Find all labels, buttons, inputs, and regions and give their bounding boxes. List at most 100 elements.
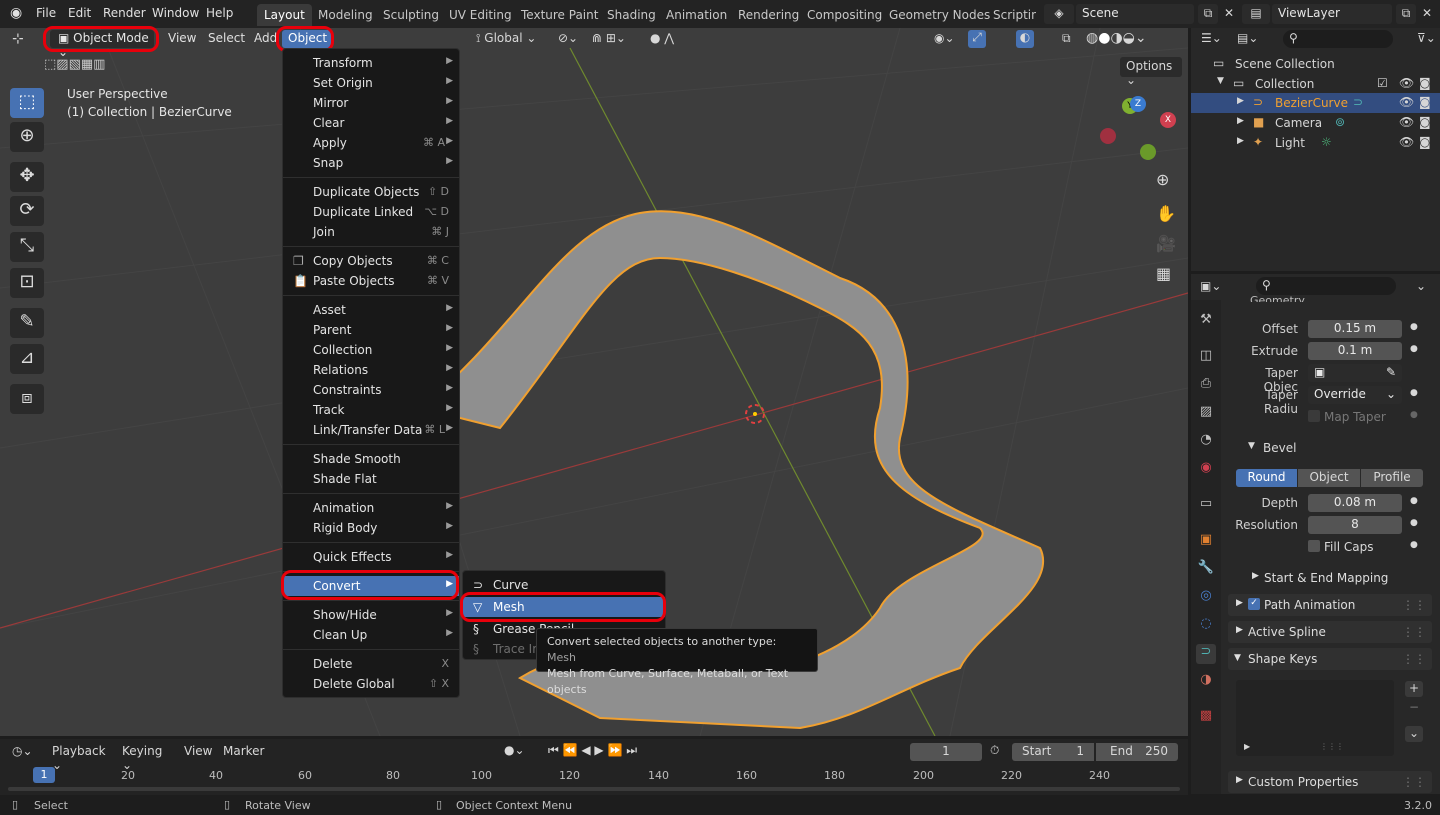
filter-icon[interactable]: ⊽⌄ <box>1417 31 1436 45</box>
keyframe-dot-icon[interactable]: ● <box>1410 496 1418 506</box>
camera-render-icon[interactable]: ◙ <box>1419 95 1431 109</box>
stopwatch-icon[interactable]: ⏱ <box>990 743 999 758</box>
keyframe-dot-icon[interactable]: ● <box>1410 410 1418 420</box>
annotate-tool[interactable]: ✎ <box>10 308 44 338</box>
menu-item-apply[interactable]: Apply ⌘ A ▶ <box>283 133 459 153</box>
taper-radius-dropdown[interactable]: Override ⌄ <box>1308 386 1402 404</box>
menu-item-collection[interactable]: Collection ▶ <box>283 340 459 360</box>
menu-item-duplicate-objects[interactable]: Duplicate Objects ⇧ D <box>283 182 459 202</box>
keyframe-dot-icon[interactable]: ● <box>1410 344 1418 354</box>
selection-mode-icons[interactable]: ⬚▨▧▦▥ <box>44 57 140 75</box>
menu-item-shade-flat[interactable]: Shade Flat <box>283 469 459 489</box>
keyframe-dot-icon[interactable]: ● <box>1410 388 1418 398</box>
visibility-icon[interactable]: ◉⌄ <box>934 31 955 45</box>
scene-close-icon[interactable]: ✕ <box>1220 4 1238 24</box>
scene-name-field[interactable]: Scene <box>1076 4 1194 24</box>
transform-tool[interactable]: ⊡ <box>10 268 44 298</box>
pivot-icon[interactable]: ⊘⌄ <box>558 31 578 45</box>
menu-file[interactable]: File <box>36 6 56 20</box>
resolution-field[interactable]: 8 <box>1308 516 1402 534</box>
measure-tool[interactable]: ⊿ <box>10 344 44 374</box>
extrude-field[interactable]: 0.1 m <box>1308 342 1402 360</box>
outliner-row-camera[interactable]: ▶ ■ Camera ⊚ 👁 ◙ <box>1191 113 1440 133</box>
tab-compositing[interactable]: Compositing <box>800 4 889 26</box>
auto-keying-icon[interactable]: ●⌄ <box>504 743 525 757</box>
object-tab-icon[interactable]: ▣ <box>1196 532 1216 552</box>
playback-controls[interactable]: ⏮ ⏪ ◀ ▶ ⏩ ⏭ <box>548 743 637 758</box>
menu-item-paste-objects[interactable]: 📋 Paste Objects ⌘ V <box>283 271 459 291</box>
collection-tab-icon[interactable]: ▭ <box>1196 496 1216 516</box>
rotate-tool[interactable]: ⟳ <box>10 196 44 226</box>
custom-properties-panel[interactable]: ▶ Custom Properties ⋮⋮ <box>1228 771 1432 793</box>
scale-tool[interactable]: ⤡ <box>10 232 44 262</box>
playhead-frame[interactable]: 1 <box>33 767 55 783</box>
depth-field[interactable]: 0.08 m <box>1308 494 1402 512</box>
taper-object-field[interactable]: ▣ ✎ <box>1308 364 1402 382</box>
expand-arrow-icon[interactable]: ▶ <box>1237 136 1244 146</box>
grid-ortho-icon[interactable]: ▦ <box>1156 264 1171 283</box>
tool-tab-icon[interactable]: ⚒ <box>1196 312 1216 332</box>
texture-tab-icon[interactable]: ▩ <box>1196 708 1216 728</box>
menu-item-show-hide[interactable]: Show/Hide ▶ <box>283 605 459 625</box>
menu-item-animation[interactable]: Animation ▶ <box>283 498 459 518</box>
particles-tab-icon[interactable]: ◎ <box>1196 588 1216 608</box>
menu-item-link-transfer-data[interactable]: Link/Transfer Data ⌘ L ▶ <box>283 420 459 440</box>
expand-arrow-icon[interactable]: ▶ <box>1237 116 1244 126</box>
timeline-marker-menu[interactable]: Marker <box>223 744 264 758</box>
output-tab-icon[interactable]: ⎙ <box>1196 376 1216 396</box>
bevel-mode-round[interactable]: Round <box>1236 469 1297 487</box>
outliner-row-beziercurve[interactable]: ▶ ⊃ BezierCurve ⊃ 👁 ◙ <box>1191 93 1440 113</box>
end-frame-field[interactable]: End 250 <box>1096 743 1178 761</box>
menu-item-mirror[interactable]: Mirror ▶ <box>283 93 459 113</box>
camera-render-icon[interactable]: ◙ <box>1419 135 1431 149</box>
scene-icon[interactable]: ◈ <box>1044 4 1074 24</box>
camera-data-icon[interactable]: ⊚ <box>1335 115 1345 129</box>
render-tab-icon[interactable]: ◫ <box>1196 348 1216 368</box>
menu-item-shade-smooth[interactable]: Shade Smooth <box>283 449 459 469</box>
gizmo-neg-x[interactable] <box>1100 128 1116 144</box>
bevel-expand-icon[interactable]: ▼ <box>1248 441 1255 451</box>
world-tab-icon[interactable]: ◉ <box>1196 460 1216 480</box>
drag-handle-icon[interactable]: ⋮⋮ <box>1402 598 1426 612</box>
menu-item-set-origin[interactable]: Set Origin ▶ <box>283 73 459 93</box>
zoom-icon[interactable]: ⊕ <box>1156 170 1169 189</box>
shape-key-menu-button[interactable]: ⌄ <box>1405 726 1423 742</box>
map-taper-checkbox[interactable] <box>1308 410 1320 422</box>
tab-geometry-nodes[interactable]: Geometry Nodes <box>882 4 997 26</box>
timeline-view-menu[interactable]: View <box>184 744 212 758</box>
curve-data-icon[interactable]: ⊃ <box>1353 95 1363 109</box>
outliner-row-scene-collection[interactable]: ▭ Scene Collection <box>1191 54 1440 74</box>
tab-shading[interactable]: Shading <box>600 4 663 26</box>
expand-arrow-icon[interactable]: ▶ <box>1237 96 1244 106</box>
properties-editor-icon[interactable]: ▣⌄ <box>1200 279 1221 293</box>
properties-search-input[interactable]: ⚲ <box>1256 277 1396 295</box>
menu-item-join[interactable]: Join ⌘ J <box>283 222 459 242</box>
path-animation-panel[interactable]: ▶ ✓ Path Animation ⋮⋮ <box>1228 594 1432 616</box>
menu-item-copy-objects[interactable]: ❐ Copy Objects ⌘ C <box>283 251 459 271</box>
fill-caps-checkbox[interactable] <box>1308 540 1320 552</box>
snap-icon[interactable]: ⋒ ⊞⌄ <box>592 31 626 45</box>
gizmo-z-axis[interactable]: Z <box>1130 96 1146 112</box>
proportional-edit-icon[interactable]: ● ⋀ <box>650 31 674 45</box>
menu-item-clear[interactable]: Clear ▶ <box>283 113 459 133</box>
select-box-tool[interactable]: ⬚ <box>10 88 44 118</box>
expand-arrow-icon[interactable]: ▼ <box>1217 76 1224 86</box>
scene-copy-icon[interactable]: ⧉ <box>1198 4 1218 24</box>
menu-item-quick-effects[interactable]: Quick Effects ▶ <box>283 547 459 567</box>
add-shape-key-button[interactable]: + <box>1405 681 1423 697</box>
eyedropper-icon[interactable]: ✎ <box>1386 365 1396 379</box>
modifier-tab-icon[interactable]: 🔧 <box>1196 560 1216 580</box>
eye-icon[interactable]: 👁 <box>1399 76 1414 90</box>
menu-item-constraints[interactable]: Constraints ▶ <box>283 380 459 400</box>
xray-icon[interactable]: ⧉ <box>1062 31 1071 46</box>
menu-item-rigid-body[interactable]: Rigid Body ▶ <box>283 518 459 538</box>
shape-keys-panel[interactable]: ▼ Shape Keys ⋮⋮ <box>1228 648 1432 670</box>
view-layer-tab-icon[interactable]: ▨ <box>1196 404 1216 424</box>
camera-render-icon[interactable]: ◙ <box>1419 115 1431 129</box>
gizmo-x-axis[interactable]: X <box>1160 112 1176 128</box>
add-cube-tool[interactable]: ⧈ <box>10 384 44 414</box>
blender-logo-icon[interactable]: ◉ <box>10 5 22 21</box>
tab-rendering[interactable]: Rendering <box>731 4 806 26</box>
view-layer-close-icon[interactable]: ✕ <box>1418 4 1436 24</box>
menu-item-asset[interactable]: Asset ▶ <box>283 300 459 320</box>
